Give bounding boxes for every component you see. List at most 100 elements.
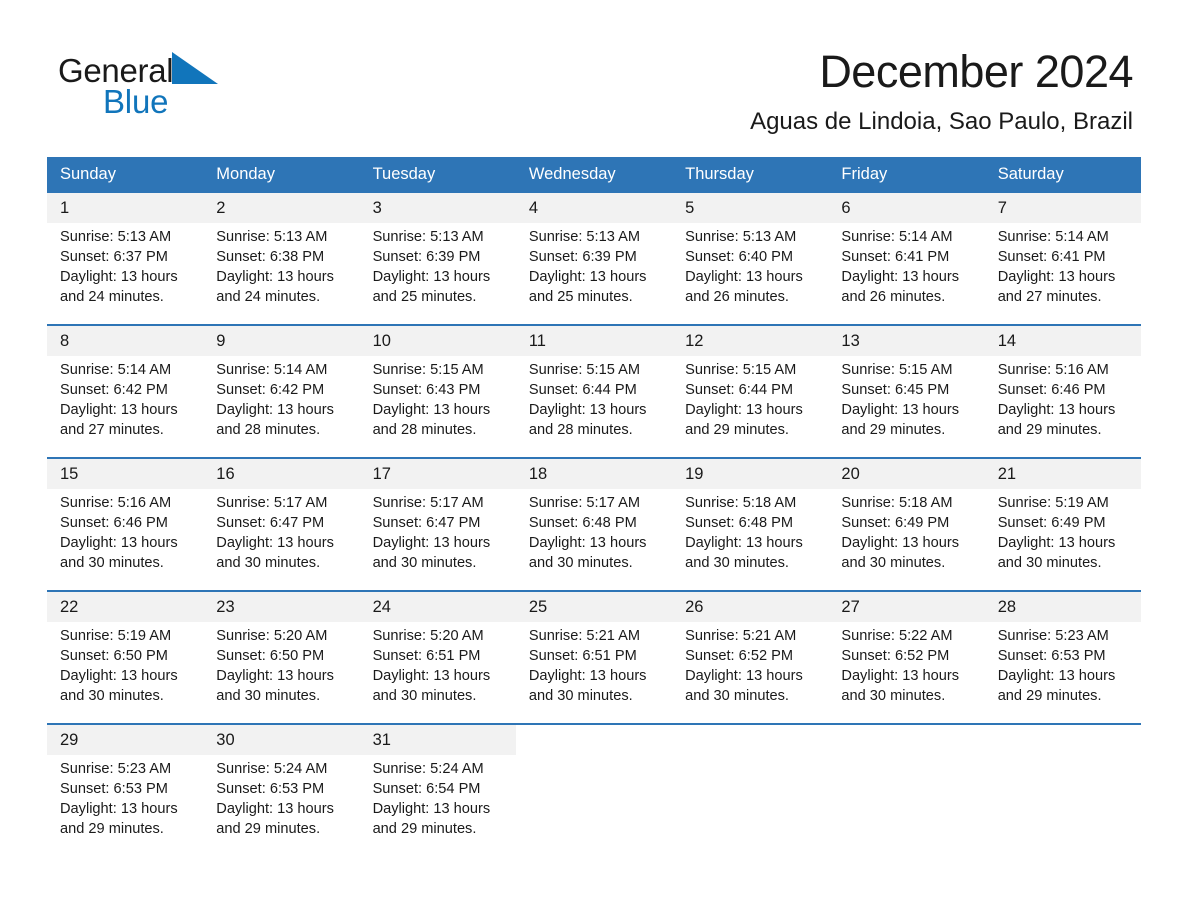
- day-cell[interactable]: Sunrise: 5:15 AM Sunset: 6:44 PM Dayligh…: [672, 355, 829, 458]
- day-cell[interactable]: Sunrise: 5:23 AM Sunset: 6:53 PM Dayligh…: [984, 621, 1141, 724]
- day-cell[interactable]: Sunrise: 5:22 AM Sunset: 6:52 PM Dayligh…: [828, 621, 985, 724]
- sunrise-text: Sunrise: 5:23 AM: [60, 760, 172, 777]
- sunset-text: Sunset: 6:46 PM: [997, 381, 1106, 398]
- day-number[interactable]: 30: [203, 722, 360, 755]
- day-cell[interactable]: Sunrise: 5:13 AM Sunset: 6:39 PM Dayligh…: [515, 222, 673, 325]
- day-number[interactable]: 5: [672, 193, 829, 223]
- daylight-text: Daylight: 13 hours and 30 minutes.: [372, 534, 491, 571]
- day-number[interactable]: 1: [47, 193, 204, 223]
- sunrise-text: Sunrise: 5:18 AM: [841, 494, 953, 511]
- day-number[interactable]: 21: [984, 456, 1141, 489]
- day-number[interactable]: 13: [828, 323, 985, 356]
- day-cell[interactable]: Sunrise: 5:14 AM Sunset: 6:42 PM Dayligh…: [47, 355, 204, 458]
- day-number[interactable]: 11: [515, 323, 673, 356]
- day-cell[interactable]: Sunrise: 5:13 AM Sunset: 6:39 PM Dayligh…: [359, 222, 516, 325]
- day-number[interactable]: 2: [203, 193, 360, 223]
- day-cell[interactable]: Sunrise: 5:17 AM Sunset: 6:47 PM Dayligh…: [359, 488, 516, 591]
- day-cell[interactable]: Sunrise: 5:16 AM Sunset: 6:46 PM Dayligh…: [984, 355, 1141, 458]
- day-cell[interactable]: Sunrise: 5:20 AM Sunset: 6:50 PM Dayligh…: [203, 621, 360, 724]
- day-number[interactable]: 20: [828, 456, 985, 489]
- week-daynumbers-row: 29 30 31: [47, 722, 1141, 755]
- day-number[interactable]: 14: [984, 323, 1141, 356]
- day-cell[interactable]: Sunrise: 5:23 AM Sunset: 6:53 PM Dayligh…: [47, 754, 204, 856]
- day-number[interactable]: 26: [672, 589, 829, 622]
- day-cell[interactable]: Sunrise: 5:18 AM Sunset: 6:49 PM Dayligh…: [828, 488, 985, 591]
- day-cell[interactable]: Sunrise: 5:14 AM Sunset: 6:41 PM Dayligh…: [828, 222, 985, 325]
- sunrise-text: Sunrise: 5:13 AM: [60, 228, 172, 245]
- week-details-row: Sunrise: 5:16 AM Sunset: 6:46 PM Dayligh…: [47, 488, 1141, 591]
- sunrise-text: Sunrise: 5:22 AM: [841, 627, 953, 644]
- day-cell[interactable]: Sunrise: 5:15 AM Sunset: 6:44 PM Dayligh…: [515, 355, 673, 458]
- day-cell[interactable]: Sunrise: 5:24 AM Sunset: 6:54 PM Dayligh…: [359, 754, 516, 856]
- triangle-icon: [172, 52, 219, 84]
- weekday-header-wednesday: Wednesday: [515, 157, 673, 193]
- sunset-text: Sunset: 6:45 PM: [841, 381, 950, 398]
- day-number[interactable]: 4: [515, 193, 673, 223]
- day-cell[interactable]: Sunrise: 5:17 AM Sunset: 6:47 PM Dayligh…: [203, 488, 360, 591]
- day-cell[interactable]: Sunrise: 5:15 AM Sunset: 6:45 PM Dayligh…: [828, 355, 985, 458]
- sunrise-text: Sunrise: 5:17 AM: [216, 494, 328, 511]
- day-cell[interactable]: Sunrise: 5:13 AM Sunset: 6:38 PM Dayligh…: [203, 222, 360, 325]
- day-cell[interactable]: Sunrise: 5:21 AM Sunset: 6:51 PM Dayligh…: [515, 621, 673, 724]
- day-cell[interactable]: Sunrise: 5:13 AM Sunset: 6:37 PM Dayligh…: [47, 222, 204, 325]
- day-cell[interactable]: Sunrise: 5:19 AM Sunset: 6:50 PM Dayligh…: [47, 621, 204, 724]
- day-number[interactable]: 12: [672, 323, 829, 356]
- sunrise-text: Sunrise: 5:16 AM: [997, 361, 1109, 378]
- sunrise-text: Sunrise: 5:13 AM: [372, 228, 484, 245]
- sunrise-text: Sunrise: 5:24 AM: [216, 760, 328, 777]
- daylight-text: Daylight: 13 hours and 29 minutes.: [841, 401, 960, 438]
- day-number[interactable]: 19: [672, 456, 829, 489]
- day-number[interactable]: 29: [47, 722, 204, 755]
- day-number[interactable]: 27: [828, 589, 985, 622]
- day-cell[interactable]: Sunrise: 5:17 AM Sunset: 6:48 PM Dayligh…: [515, 488, 673, 591]
- day-cell[interactable]: Sunrise: 5:14 AM Sunset: 6:41 PM Dayligh…: [984, 222, 1141, 325]
- sunrise-text: Sunrise: 5:13 AM: [528, 228, 640, 245]
- sunset-text: Sunset: 6:47 PM: [372, 514, 481, 531]
- day-number[interactable]: 15: [47, 456, 204, 489]
- daylight-text: Daylight: 13 hours and 30 minutes.: [685, 534, 803, 571]
- daylight-text: Daylight: 13 hours and 25 minutes.: [372, 268, 491, 305]
- day-number[interactable]: 18: [515, 456, 673, 489]
- day-number[interactable]: 31: [359, 722, 516, 755]
- day-cell-empty: [984, 754, 1141, 856]
- sunset-text: Sunset: 6:53 PM: [216, 780, 325, 797]
- day-number[interactable]: 9: [203, 323, 360, 356]
- day-number[interactable]: 3: [359, 193, 516, 223]
- day-cell[interactable]: Sunrise: 5:19 AM Sunset: 6:49 PM Dayligh…: [984, 488, 1141, 591]
- day-number[interactable]: 10: [359, 323, 516, 356]
- calendar-table: Sunday Monday Tuesday Wednesday Thursday…: [47, 157, 1141, 856]
- day-cell[interactable]: Sunrise: 5:24 AM Sunset: 6:53 PM Dayligh…: [203, 754, 360, 856]
- day-cell[interactable]: Sunrise: 5:14 AM Sunset: 6:42 PM Dayligh…: [203, 355, 360, 458]
- week-daynumbers-row: 8 9 10 11 12 13 14: [47, 323, 1141, 356]
- day-number[interactable]: 8: [47, 323, 204, 356]
- day-cell[interactable]: Sunrise: 5:20 AM Sunset: 6:51 PM Dayligh…: [359, 621, 516, 724]
- day-number[interactable]: 25: [515, 589, 673, 622]
- day-number[interactable]: 24: [359, 589, 516, 622]
- generalblue-logo[interactable]: General Blue: [58, 50, 219, 118]
- weekday-header-friday: Friday: [828, 157, 985, 193]
- sunrise-text: Sunrise: 5:15 AM: [841, 361, 953, 378]
- sunset-text: Sunset: 6:39 PM: [528, 248, 637, 265]
- day-number[interactable]: 16: [203, 456, 360, 489]
- day-cell[interactable]: Sunrise: 5:15 AM Sunset: 6:43 PM Dayligh…: [359, 355, 516, 458]
- day-cell[interactable]: Sunrise: 5:16 AM Sunset: 6:46 PM Dayligh…: [47, 488, 204, 591]
- day-number[interactable]: 22: [47, 589, 204, 622]
- page-title: December 2024: [819, 46, 1133, 97]
- sunset-text: Sunset: 6:50 PM: [216, 647, 325, 664]
- day-cell[interactable]: Sunrise: 5:13 AM Sunset: 6:40 PM Dayligh…: [672, 222, 829, 325]
- day-number[interactable]: 6: [828, 193, 985, 223]
- day-number[interactable]: 28: [984, 589, 1141, 622]
- daylight-text: Daylight: 13 hours and 29 minutes.: [216, 800, 334, 837]
- day-number[interactable]: 7: [984, 193, 1141, 223]
- day-number-empty: [984, 722, 1141, 755]
- sunset-text: Sunset: 6:51 PM: [372, 647, 481, 664]
- sunset-text: Sunset: 6:48 PM: [528, 514, 637, 531]
- day-cell[interactable]: Sunrise: 5:21 AM Sunset: 6:52 PM Dayligh…: [672, 621, 829, 724]
- sunset-text: Sunset: 6:44 PM: [528, 381, 637, 398]
- sunset-text: Sunset: 6:54 PM: [372, 780, 481, 797]
- daylight-text: Daylight: 13 hours and 24 minutes.: [60, 268, 178, 305]
- day-number[interactable]: 23: [203, 589, 360, 622]
- day-number[interactable]: 17: [359, 456, 516, 489]
- weekday-header-saturday: Saturday: [984, 157, 1141, 193]
- day-cell[interactable]: Sunrise: 5:18 AM Sunset: 6:48 PM Dayligh…: [672, 488, 829, 591]
